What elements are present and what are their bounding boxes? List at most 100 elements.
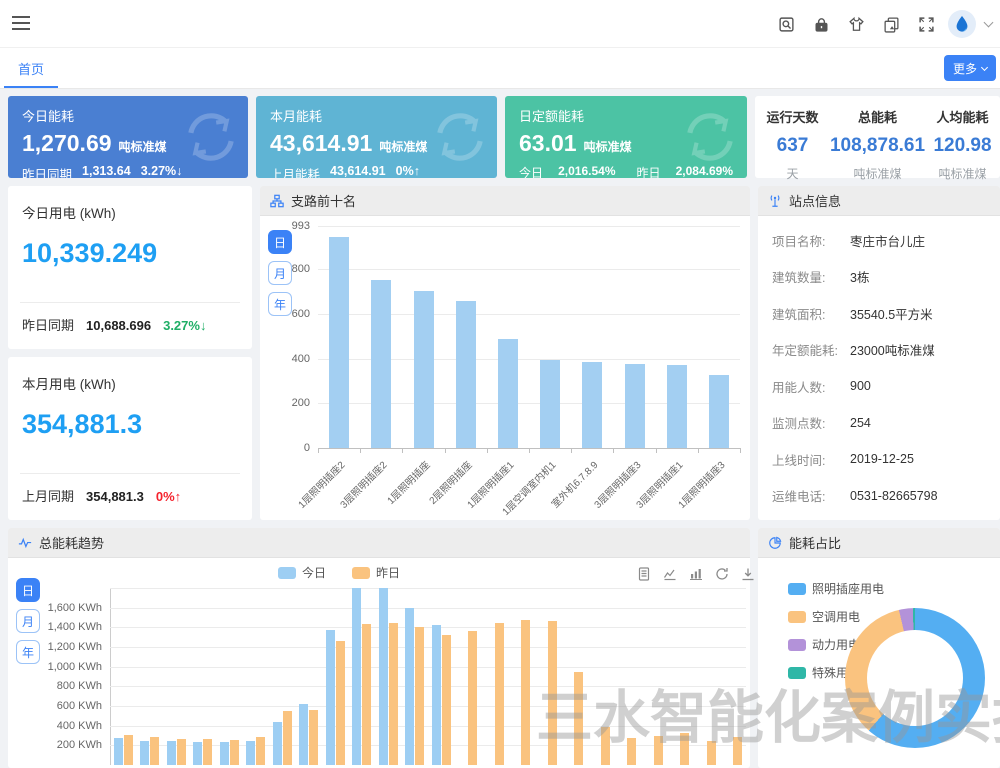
card-today-energy: 今日能耗 1,270.69吨标准煤 昨日同期1,313.643.27%↓ <box>8 96 248 178</box>
legend-item-hvac[interactable]: 空调用电 <box>788 608 884 625</box>
bar-yesterday <box>654 736 663 765</box>
bar-today <box>273 722 282 765</box>
branch-period-day-button[interactable]: 日 <box>268 230 292 254</box>
bar-yesterday <box>362 624 371 765</box>
user-menu-chevron-icon[interactable] <box>984 18 994 28</box>
bar-yesterday <box>389 623 398 765</box>
branch-icon <box>270 194 284 208</box>
station-row: 建筑数量:3栋 <box>758 259 1000 296</box>
run-stats-panel: 运行天数 637 天 总能耗 108,878.61 吨标准煤 人均能耗 120.… <box>755 96 1000 178</box>
bar-yesterday <box>442 635 451 765</box>
card-unit: 吨标准煤 <box>119 140 167 154</box>
bar <box>582 362 602 448</box>
legend-item-yesterday[interactable]: 昨日 <box>352 564 400 581</box>
usage-title: 本月用电 (kWh) <box>22 373 116 393</box>
legend-item-lighting[interactable]: 照明插座用电 <box>788 580 884 597</box>
more-chevron-icon <box>981 63 988 70</box>
antenna-icon <box>768 194 782 208</box>
card-month-electricity: 本月用电 (kWh) 354,881.3 上月同期 354,881.3 0%↑ <box>8 357 252 520</box>
usage-title: 今日用电 (kWh) <box>22 202 116 222</box>
trend-period-month-button[interactable]: 月 <box>16 609 40 633</box>
bar-today <box>140 741 149 765</box>
panel-title: 能耗占比 <box>789 533 841 552</box>
tab-home[interactable]: 首页 <box>4 48 58 88</box>
card-sub-label2: 昨日占比: <box>637 164 669 178</box>
line-chart-toggle-icon[interactable] <box>662 566 678 582</box>
energy-trend-panel: 总能耗趋势 日 月 年 今日 昨日 200 KWh400 KWh600 KWh8… <box>8 528 750 768</box>
card-sub-value: 1,313.64 <box>82 164 131 178</box>
bar-chart-toggle-icon[interactable] <box>688 566 704 582</box>
bar <box>625 364 645 448</box>
data-view-icon[interactable] <box>636 566 652 582</box>
theme-shirt-icon[interactable] <box>843 11 869 37</box>
pie-chart-icon <box>768 536 782 550</box>
fullscreen-icon[interactable] <box>913 11 939 37</box>
bar <box>371 280 391 448</box>
legend-item-today[interactable]: 今日 <box>278 564 326 581</box>
station-info-panel: 站点信息 项目名称:枣庄市台儿庄 建筑数量:3栋 建筑面积:35540.5平方米… <box>758 186 1000 520</box>
bar-yesterday <box>627 738 636 765</box>
station-row: 年定额能耗:23000吨标准煤 <box>758 332 1000 369</box>
bar-yesterday <box>256 737 265 765</box>
station-row: 用能人数:900 <box>758 368 1000 405</box>
station-row: 监测点数:254 <box>758 405 1000 442</box>
card-month-energy: 本月能耗 43,614.91吨标准煤 上月能耗43,614.910%↑ <box>256 96 497 178</box>
lock-icon[interactable] <box>808 11 834 37</box>
copy-icon[interactable] <box>878 11 904 37</box>
menu-toggle-icon[interactable] <box>12 16 30 30</box>
chart-toolbox <box>636 566 756 582</box>
bar-yesterday <box>707 741 716 765</box>
avatar[interactable] <box>948 10 976 38</box>
recycle-icon <box>180 106 242 168</box>
restore-icon[interactable] <box>714 566 730 582</box>
compare-label: 上月同期 <box>22 486 74 505</box>
bar-yesterday <box>415 627 424 765</box>
download-icon[interactable] <box>740 566 756 582</box>
compare-change: 3.27%↓ <box>163 318 206 333</box>
card-change: 0%↑ <box>396 164 420 178</box>
bar-yesterday <box>336 641 345 765</box>
bar-yesterday <box>150 737 159 765</box>
card-sub-label: 昨日同期 <box>22 164 72 178</box>
compare-change: 0%↑ <box>156 489 181 504</box>
bar-yesterday <box>177 739 186 765</box>
bar-yesterday <box>283 711 292 765</box>
bar-today <box>299 704 308 765</box>
usage-value: 354,881.3 <box>22 409 142 440</box>
bar-yesterday <box>230 740 239 765</box>
station-row: 运维电话:0531-82665798 <box>758 478 1000 515</box>
card-unit: 吨标准煤 <box>584 140 632 154</box>
bar-today <box>220 742 229 765</box>
bar <box>540 360 560 448</box>
card-change: 3.27%↓ <box>141 164 183 178</box>
stat-per-capita-energy: 人均能耗 120.98 吨标准煤 <box>925 107 1000 178</box>
card-sub-label: 今日占比: <box>519 164 551 178</box>
bar <box>709 375 729 448</box>
card-unit: 吨标准煤 <box>379 140 427 154</box>
trend-period-year-button[interactable]: 年 <box>16 640 40 664</box>
station-row: 建筑面积:35540.5平方米 <box>758 295 1000 332</box>
bar-today <box>432 625 441 765</box>
bar-today <box>326 630 335 765</box>
tabbar: 首页 更多 <box>0 48 1000 89</box>
branch-period-year-button[interactable]: 年 <box>268 292 292 316</box>
station-row: 上线时间:2019-12-25 <box>758 441 1000 478</box>
topbar <box>0 0 1000 48</box>
compare-value: 354,881.3 <box>86 489 144 504</box>
bar-yesterday <box>468 631 477 765</box>
pulse-icon <box>18 536 32 550</box>
bar-today <box>193 742 202 765</box>
branch-period-month-button[interactable]: 月 <box>268 261 292 285</box>
card-sub-label: 上月能耗 <box>270 164 320 178</box>
tab-home-label: 首页 <box>18 59 44 78</box>
branch-bar-chart: 02004006008009931层照明插座23层照明插座21层照明插座2层照明… <box>318 226 740 448</box>
bar <box>329 237 349 448</box>
recycle-icon <box>429 106 491 168</box>
search-box-icon[interactable] <box>773 11 799 37</box>
branch-top10-panel: 支路前十名 日 月 年 02004006008009931层照明插座23层照明插… <box>260 186 750 520</box>
donut-hole <box>867 630 963 726</box>
trend-period-day-button[interactable]: 日 <box>16 578 40 602</box>
bar <box>414 291 434 448</box>
bar-yesterday <box>548 621 557 765</box>
more-button[interactable]: 更多 <box>944 55 996 81</box>
